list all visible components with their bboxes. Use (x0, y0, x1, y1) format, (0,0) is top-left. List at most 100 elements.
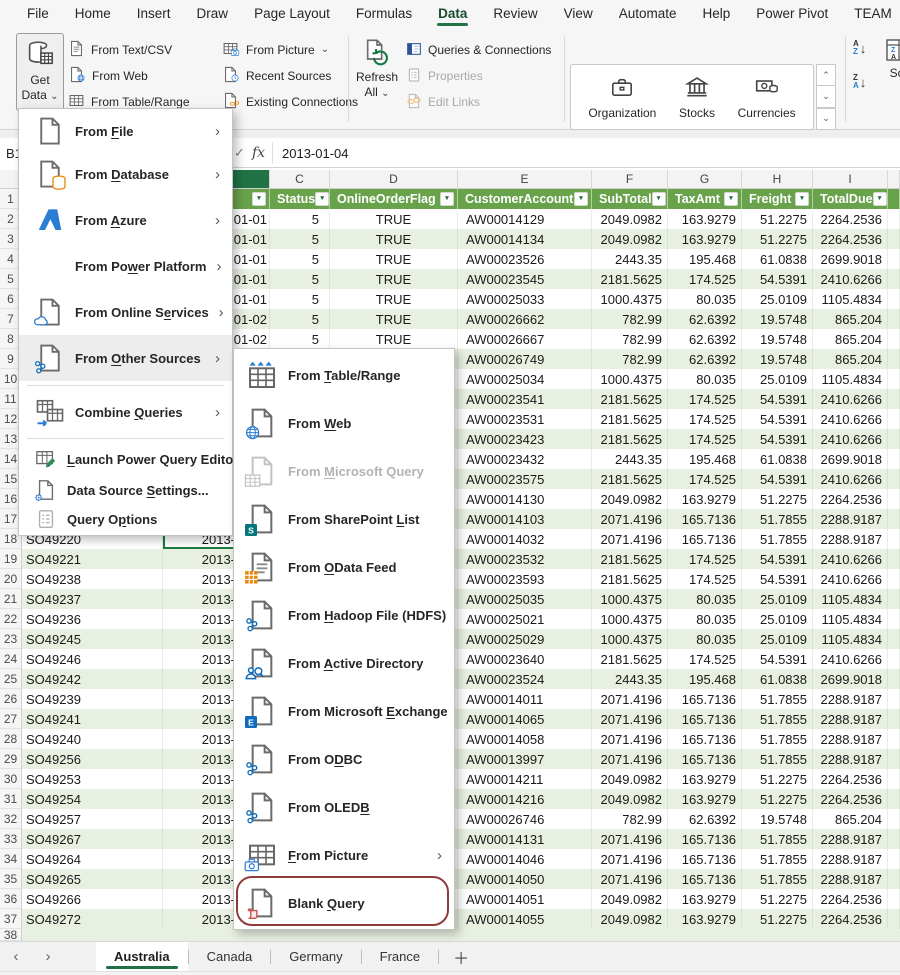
cell-order-number[interactable]: SO49272 (22, 909, 163, 929)
cell-totaldue[interactable]: 865.204 (813, 329, 888, 349)
cell-j[interactable] (888, 369, 900, 389)
cell-subtotal[interactable]: 1000.4375 (592, 289, 668, 309)
cell-subtotal[interactable]: 2049.0982 (592, 489, 668, 509)
cell-j[interactable] (888, 429, 900, 449)
cell-taxamt[interactable]: 163.9279 (668, 769, 742, 789)
cell-freight[interactable]: 51.7855 (742, 709, 813, 729)
row-header[interactable]: 27 (0, 709, 22, 729)
cell-status[interactable]: 5 (270, 269, 330, 289)
row-header[interactable]: 34 (0, 849, 22, 869)
cell-taxamt[interactable]: 174.525 (668, 389, 742, 409)
cell-freight[interactable]: 19.5748 (742, 349, 813, 369)
cell-customer-account[interactable]: AW00023545 (458, 269, 592, 289)
cell-j[interactable] (888, 609, 900, 629)
cell-j[interactable] (888, 409, 900, 429)
cell-totaldue[interactable]: 1105.4834 (813, 289, 888, 309)
cell-freight[interactable]: 51.7855 (742, 829, 813, 849)
row-header[interactable]: 36 (0, 889, 22, 909)
cell-customer-account[interactable]: AW00025033 (458, 289, 592, 309)
cell-j[interactable] (888, 249, 900, 269)
cell-totaldue[interactable]: 2410.6266 (813, 389, 888, 409)
cell-order-number[interactable]: SO49266 (22, 889, 163, 909)
cell-order-number[interactable]: SO49236 (22, 609, 163, 629)
filter-button[interactable]: ▼ (574, 192, 588, 206)
cell-subtotal[interactable]: 2071.4196 (592, 869, 668, 889)
cell-j[interactable] (888, 309, 900, 329)
cell-taxamt[interactable]: 80.035 (668, 629, 742, 649)
cell-j[interactable] (888, 389, 900, 409)
filter-button[interactable]: ▼ (252, 192, 266, 206)
cell-customer-account[interactable]: AW00023526 (458, 249, 592, 269)
cell-j[interactable] (888, 849, 900, 869)
cell-totaldue[interactable]: 865.204 (813, 809, 888, 829)
row-header[interactable]: 25 (0, 669, 22, 689)
cell-online-order-flag[interactable]: TRUE (330, 269, 458, 289)
column-header-g[interactable]: G (668, 170, 742, 189)
cell-order-number[interactable]: SO49237 (22, 589, 163, 609)
row-header[interactable]: 20 (0, 569, 22, 589)
cell-freight[interactable]: 54.5391 (742, 549, 813, 569)
cell-subtotal[interactable]: 2181.5625 (592, 469, 668, 489)
sheet-tab-australia[interactable]: Australia (96, 942, 188, 971)
submenu-item-from-active-directory[interactable]: From Active Directory (234, 639, 454, 687)
ribbon-tab[interactable]: File (14, 1, 62, 27)
filter-button[interactable]: ▼ (873, 192, 887, 206)
cell-order-number[interactable]: SO49254 (22, 789, 163, 809)
cell-totaldue[interactable]: 2264.2536 (813, 489, 888, 509)
cell-status[interactable]: 5 (270, 329, 330, 349)
sheet-tab-france[interactable]: France (362, 942, 438, 971)
cell-taxamt[interactable]: 174.525 (668, 429, 742, 449)
gallery-down-icon[interactable]: ⌄ (816, 86, 836, 107)
cell-freight[interactable]: 54.5391 (742, 649, 813, 669)
cell-status[interactable]: 5 (270, 249, 330, 269)
cell-j[interactable] (888, 469, 900, 489)
row-header[interactable]: 22 (0, 609, 22, 629)
cell-subtotal[interactable]: 782.99 (592, 809, 668, 829)
sort-descending-button[interactable]: ZA↓ (853, 74, 866, 90)
cell-j[interactable] (888, 489, 900, 509)
cell-totaldue[interactable]: 2264.2536 (813, 209, 888, 229)
cell-online-order-flag[interactable]: TRUE (330, 229, 458, 249)
sheet-tab-germany[interactable]: Germany (271, 942, 360, 971)
submenu-item-from-hadoop-file[interactable]: From Hadoop File (HDFS) (234, 591, 454, 639)
cell-totaldue[interactable]: 2410.6266 (813, 409, 888, 429)
cell-freight[interactable]: 54.5391 (742, 469, 813, 489)
cell-taxamt[interactable]: 165.7136 (668, 729, 742, 749)
cell-freight[interactable]: 61.0838 (742, 449, 813, 469)
get-data-button[interactable]: Get Data ⌄ (16, 33, 64, 111)
ribbon-tab[interactable]: View (551, 1, 606, 27)
cell-j[interactable] (888, 909, 900, 929)
cell-subtotal[interactable]: 1000.4375 (592, 629, 668, 649)
ribbon-tab[interactable]: Formulas (343, 1, 425, 27)
cell-taxamt[interactable]: 80.035 (668, 289, 742, 309)
cell-subtotal[interactable]: 2071.4196 (592, 729, 668, 749)
cell-order-number[interactable]: SO49265 (22, 869, 163, 889)
data-type-stocks[interactable]: Stocks (679, 74, 715, 120)
cell-j[interactable] (888, 689, 900, 709)
cell-subtotal[interactable]: 2181.5625 (592, 549, 668, 569)
cell-order-number[interactable]: SO49238 (22, 569, 163, 589)
cell-order-number[interactable]: SO49257 (22, 809, 163, 829)
cell-taxamt[interactable]: 62.6392 (668, 329, 742, 349)
ribbon-tab[interactable]: Draw (184, 1, 242, 27)
cell-totaldue[interactable]: 2699.9018 (813, 249, 888, 269)
cell-customer-account[interactable]: AW00023423 (458, 429, 592, 449)
ribbon-tab[interactable]: TEAM (841, 1, 900, 27)
cell-j[interactable] (888, 709, 900, 729)
row-header[interactable]: 38 (0, 929, 22, 941)
table-header-freight[interactable]: Freight▼ (742, 189, 813, 209)
cell-totaldue[interactable]: 2288.9187 (813, 849, 888, 869)
cell-customer-account[interactable]: AW00014011 (458, 689, 592, 709)
cell-j[interactable] (888, 569, 900, 589)
submenu-item-from-oledb[interactable]: From OLEDB (234, 783, 454, 831)
cell-taxamt[interactable]: 163.9279 (668, 889, 742, 909)
cell-customer-account[interactable]: AW00014051 (458, 889, 592, 909)
cell-totaldue[interactable]: 2288.9187 (813, 709, 888, 729)
cell-subtotal[interactable]: 1000.4375 (592, 589, 668, 609)
ribbon-tab[interactable]: Automate (606, 1, 690, 27)
cell-taxamt[interactable]: 174.525 (668, 269, 742, 289)
existing-connections-button[interactable]: Existing Connections (222, 90, 358, 114)
cell-customer-account[interactable]: AW00014032 (458, 529, 592, 549)
column-header-e[interactable]: E (458, 170, 592, 189)
cell-subtotal[interactable]: 2049.0982 (592, 229, 668, 249)
